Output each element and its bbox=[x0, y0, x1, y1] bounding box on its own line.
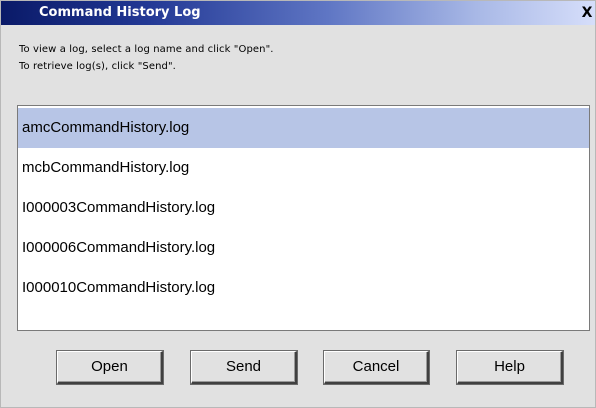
list-item[interactable]: I000003CommandHistory.log bbox=[18, 188, 589, 228]
help-button[interactable]: Help bbox=[456, 350, 564, 385]
cancel-button[interactable]: Cancel bbox=[323, 350, 430, 385]
title-bar[interactable]: Command History Log X bbox=[1, 1, 595, 25]
list-item[interactable]: I000010CommandHistory.log bbox=[18, 268, 589, 308]
instruction-send: To retrieve log(s), click "Send". bbox=[19, 61, 176, 72]
dialog-title: Command History Log bbox=[39, 5, 201, 20]
open-button[interactable]: Open bbox=[56, 350, 164, 385]
instruction-open: To view a log, select a log name and cli… bbox=[19, 44, 274, 55]
log-list[interactable]: amcCommandHistory.log mcbCommandHistory.… bbox=[17, 105, 590, 331]
list-item[interactable]: I000006CommandHistory.log bbox=[18, 228, 589, 268]
send-button[interactable]: Send bbox=[190, 350, 298, 385]
list-item[interactable]: amcCommandHistory.log bbox=[18, 108, 589, 148]
list-item[interactable]: mcbCommandHistory.log bbox=[18, 148, 589, 188]
command-history-dialog: Command History Log X To view a log, sel… bbox=[0, 0, 596, 408]
close-icon[interactable]: X bbox=[580, 5, 594, 21]
